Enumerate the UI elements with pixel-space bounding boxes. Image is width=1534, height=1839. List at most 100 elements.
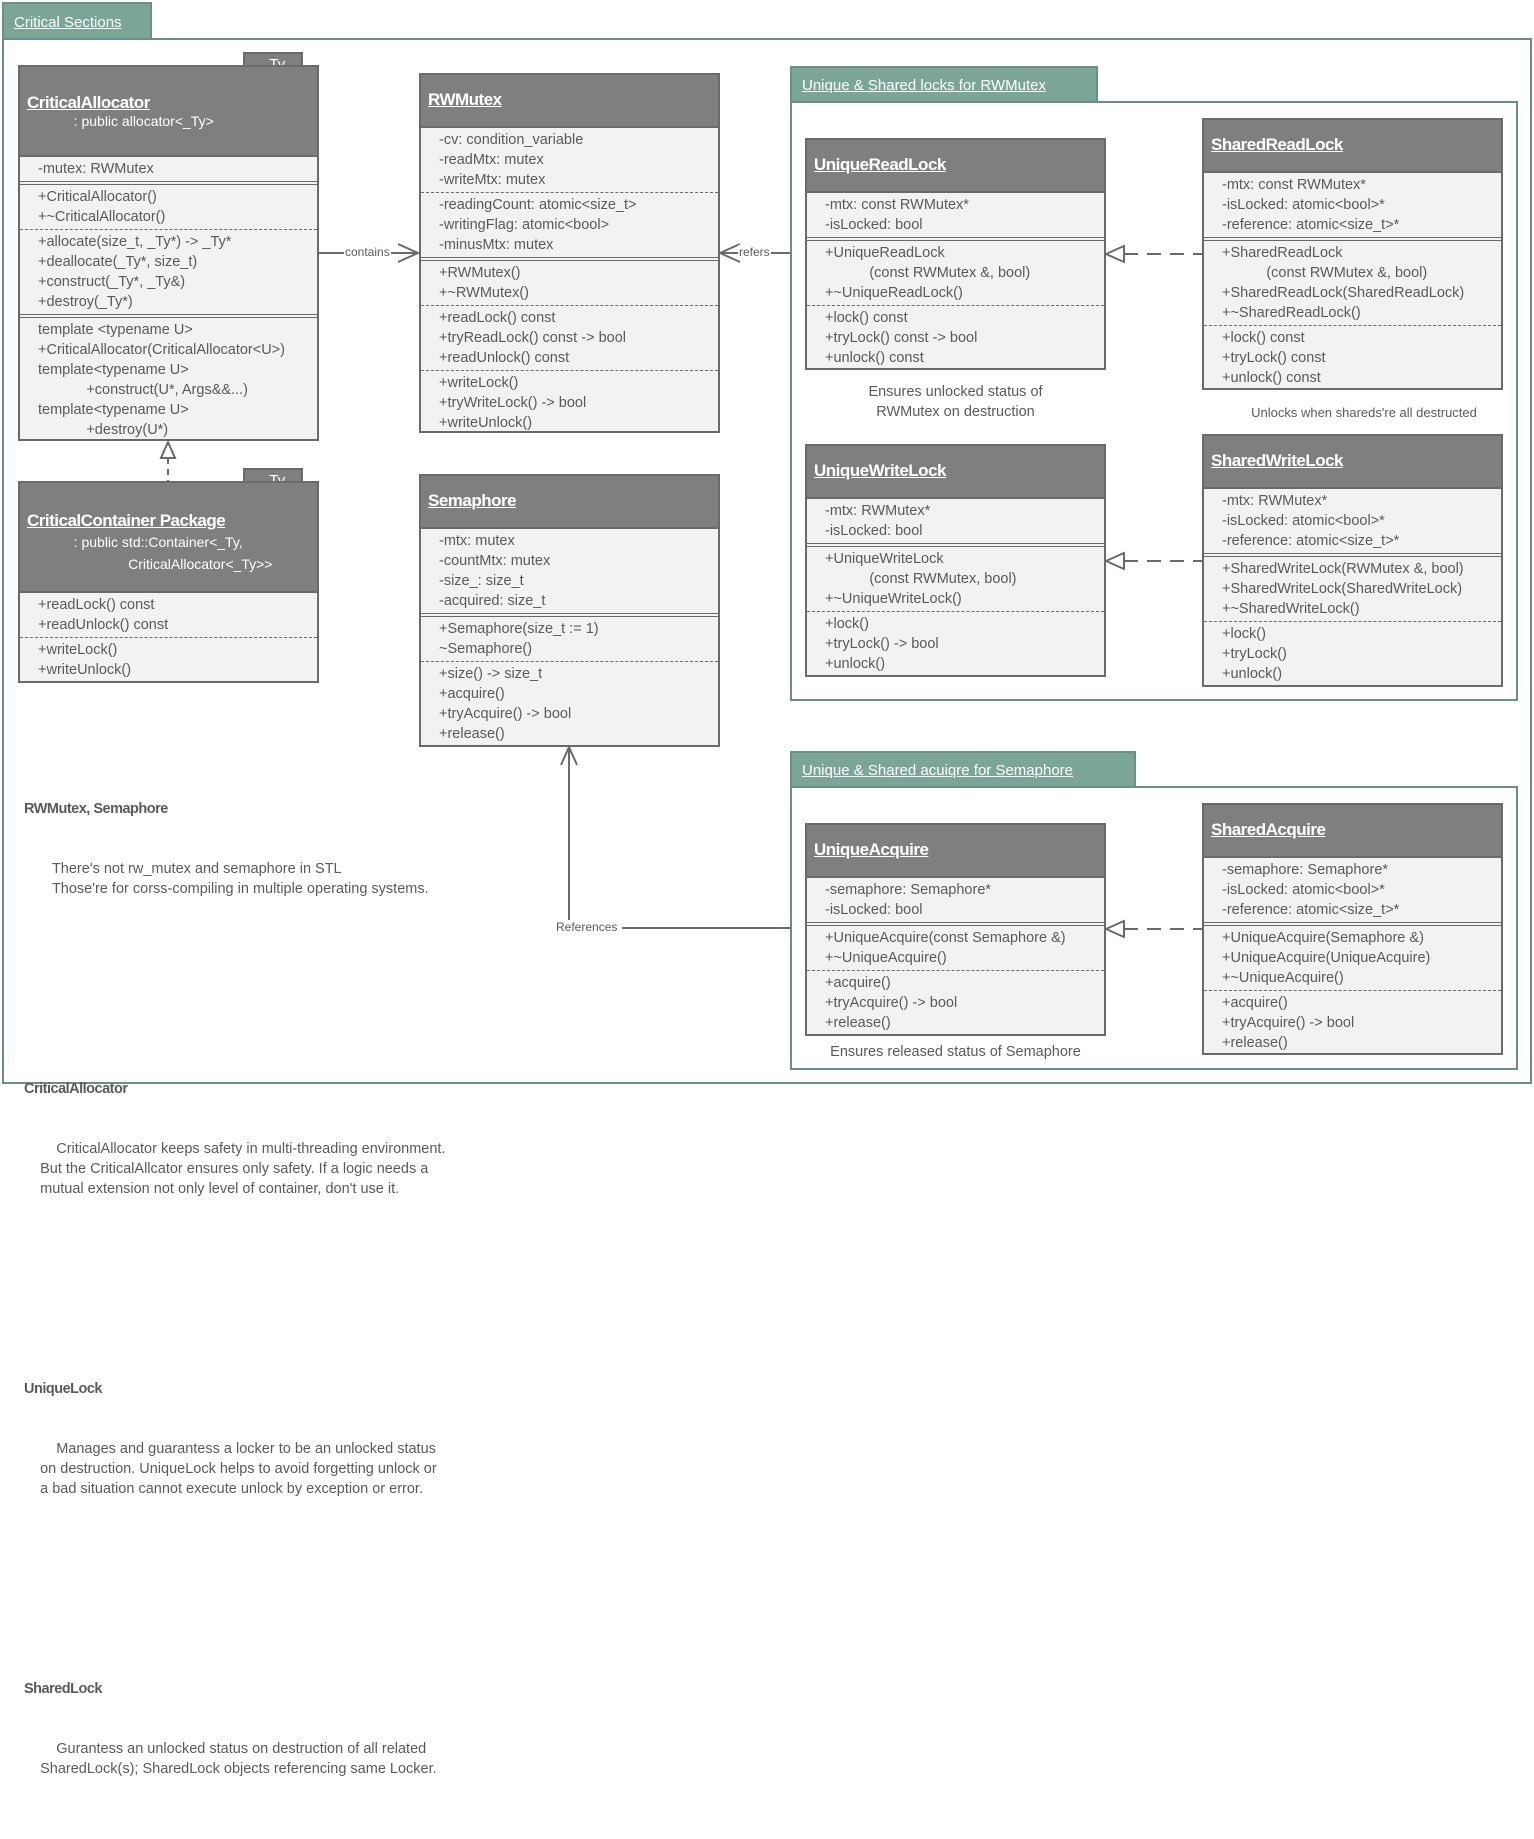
class-compartment: +CriticalAllocator() +~CriticalAllocator(… [20, 181, 317, 229]
class-member: +CriticalAllocator() [38, 189, 157, 205]
class-compartment: +writeLock() +writeUnlock() [20, 637, 317, 682]
class-critical-allocator[interactable]: CriticalAllocator : public allocator<_Ty… [18, 65, 319, 441]
class-rwmutex[interactable]: RWMutex -cv: condition_variable -readMtx:… [419, 73, 720, 433]
locks-package-tab[interactable]: Unique & Shared locks for RWMutex [790, 66, 1098, 103]
class-member: +readLock() const [439, 310, 556, 326]
class-member: +tryLock() -> bool [825, 636, 939, 652]
class-member: -mtx: const RWMutex* [825, 197, 969, 213]
class-member: +lock() const [825, 310, 908, 326]
class-member: +UniqueAcquire(Semaphore &) [1222, 930, 1424, 946]
class-member: +release() [825, 1015, 891, 1031]
class-member: +deallocate(_Ty*, size_t) [38, 254, 198, 270]
class-compartment: +RWMutex() +~RWMutex() [421, 257, 718, 305]
class-unique-read-lock[interactable]: UniqueReadLock -mtx: const RWMutex* -isLo… [805, 138, 1106, 370]
class-member: +size() -> size_t [439, 666, 543, 682]
class-member: -isLocked: atomic<bool>* [1222, 513, 1385, 529]
class-member: +readLock() const [38, 597, 155, 613]
class-member: +tryLock() const -> bool [825, 330, 978, 346]
class-compartment: +UniqueReadLock (const RWMutex &, bool) +… [807, 237, 1104, 305]
class-member: -reference: atomic<size_t>* [1222, 217, 1400, 233]
class-member: -mtx: RWMutex* [1222, 493, 1328, 509]
class-member: +lock() [825, 616, 869, 632]
class-member: +destroy(U*) [38, 422, 169, 438]
class-member: +writeUnlock() [439, 415, 533, 431]
unique-acquire-caption: Ensures released status of Semaphore [830, 1044, 1081, 1060]
class-compartment: template <typename U> +CriticalAllocator(… [20, 314, 317, 442]
class-member: +writeLock() [439, 375, 519, 391]
class-member: +~UniqueReadLock() [825, 285, 963, 301]
class-compartment: -mtx: const RWMutex* -isLocked: bool [807, 193, 1104, 237]
class-compartment: +lock() const +tryLock() const +unlock() c… [1204, 325, 1501, 390]
class-name: SharedWriteLock [1211, 451, 1344, 470]
note-title: SharedLock [24, 1681, 103, 1697]
class-member: -cv: condition_variable [439, 132, 584, 148]
class-member: +tryAcquire() -> bool [1222, 1015, 1355, 1031]
shared-read-lock-caption: Unlocks when shareds're all destructed [1251, 405, 1477, 420]
class-compartment: +acquire() +tryAcquire() -> bool +release(… [807, 970, 1104, 1035]
class-shared-acquire[interactable]: SharedAcquire -semaphore: Semaphore* -isL… [1202, 803, 1503, 1055]
class-member: +unlock() const [1222, 370, 1321, 386]
class-compartment: +lock() +tryLock() -> bool +unlock() [807, 611, 1104, 676]
class-member: +~RWMutex() [439, 285, 529, 301]
note-body: There's not rw_mutex and semaphore in ST… [51, 861, 429, 897]
class-member: -mutex: RWMutex [38, 161, 154, 177]
class-shared-read-lock[interactable]: SharedReadLock -mtx: const RWMutex* -isLo… [1202, 118, 1503, 390]
class-compartment: -mtx: RWMutex* -isLocked: bool [807, 499, 1104, 543]
class-member: -countMtx: mutex [439, 553, 551, 569]
class-member: +SharedWriteLock(SharedWriteLock) [1222, 581, 1463, 597]
main-package-title: Critical Sections [14, 13, 122, 31]
class-member: +Semaphore(size_t := 1) [439, 621, 599, 637]
class-member: template <typename U> [38, 322, 193, 338]
class-semaphore[interactable]: Semaphore -mtx: mutex -countMtx: mutex -si… [419, 474, 720, 747]
class-member: +writeLock() [38, 642, 118, 658]
class-member: -isLocked: bool [825, 902, 923, 918]
class-member: +tryLock() [1222, 646, 1287, 662]
note-shared-lock: SharedLock Gurantess an unlocked status … [24, 1639, 524, 1819]
main-package-tab[interactable]: Critical Sections [2, 2, 152, 40]
class-compartment: +UniqueAcquire(const Semaphore &) +~Uniqu… [807, 922, 1104, 970]
class-shared-write-lock[interactable]: SharedWriteLock -mtx: RWMutex* -isLocked:… [1202, 434, 1503, 687]
class-member: +~SharedReadLock() [1222, 305, 1361, 321]
class-compartment: +lock() +tryLock() +unlock() [1204, 621, 1501, 686]
class-member: +lock() const [1222, 330, 1305, 346]
class-member: +~UniqueAcquire() [1222, 970, 1344, 986]
class-member: +~UniqueWriteLock() [825, 591, 962, 607]
class-member: -mtx: const RWMutex* [1222, 177, 1366, 193]
notes-block: RWMutex, Semaphore There's not rw_mutex … [24, 719, 524, 1839]
class-name: SharedReadLock [1211, 135, 1343, 154]
contains-label: contains [344, 245, 391, 259]
class-member: +acquire() [1222, 995, 1288, 1011]
class-name: UniqueWriteLock [814, 461, 946, 480]
class-compartment: -readingCount: atomic<size_t> -writingFla… [421, 192, 718, 257]
class-member: -size_: size_t [439, 573, 524, 589]
class-member: +acquire() [439, 686, 505, 702]
class-member: +tryAcquire() -> bool [825, 995, 958, 1011]
class-compartment: +lock() const +tryLock() const -> bool +un… [807, 305, 1104, 370]
class-member: +SharedWriteLock(RWMutex &, bool) [1222, 561, 1464, 577]
class-member: -acquired: size_t [439, 593, 546, 609]
class-unique-write-lock[interactable]: UniqueWriteLock -mtx: RWMutex* -isLocked:… [805, 444, 1106, 677]
class-member: -readingCount: atomic<size_t> [439, 197, 637, 213]
acquire-package-tab[interactable]: Unique & Shared acuiqre for Semaphore [790, 751, 1136, 788]
class-compartment: -semaphore: Semaphore* -isLocked: atomic<… [1204, 858, 1501, 922]
class-member: +tryLock() const [1222, 350, 1326, 366]
references-label: References [555, 920, 619, 934]
class-member: -semaphore: Semaphore* [1222, 862, 1389, 878]
note-title: RWMutex, Semaphore [24, 801, 168, 817]
class-compartment: -mtx: RWMutex* -isLocked: atomic<bool>* -r… [1204, 489, 1501, 553]
class-member: +unlock() const [825, 350, 924, 366]
class-member: -reference: atomic<size_t>* [1222, 533, 1400, 549]
class-member: -mtx: mutex [439, 533, 515, 549]
class-critical-container[interactable]: CriticalContainer Package : public std::… [18, 481, 319, 683]
class-member: +writeUnlock() [38, 662, 132, 678]
class-unique-acquire[interactable]: UniqueAcquire -semaphore: Semaphore* -isL… [805, 823, 1106, 1036]
class-member: -semaphore: Semaphore* [825, 882, 992, 898]
class-member: -writingFlag: atomic<bool> [439, 217, 610, 233]
class-member: +~CriticalAllocator() [38, 209, 166, 225]
class-member: -reference: atomic<size_t>* [1222, 902, 1400, 918]
class-member: -readMtx: mutex [439, 152, 544, 168]
class-member: -isLocked: atomic<bool>* [1222, 197, 1385, 213]
class-member: +RWMutex() [439, 265, 521, 281]
class-member: +tryWriteLock() -> bool [439, 395, 587, 411]
class-member: -writeMtx: mutex [439, 172, 546, 188]
